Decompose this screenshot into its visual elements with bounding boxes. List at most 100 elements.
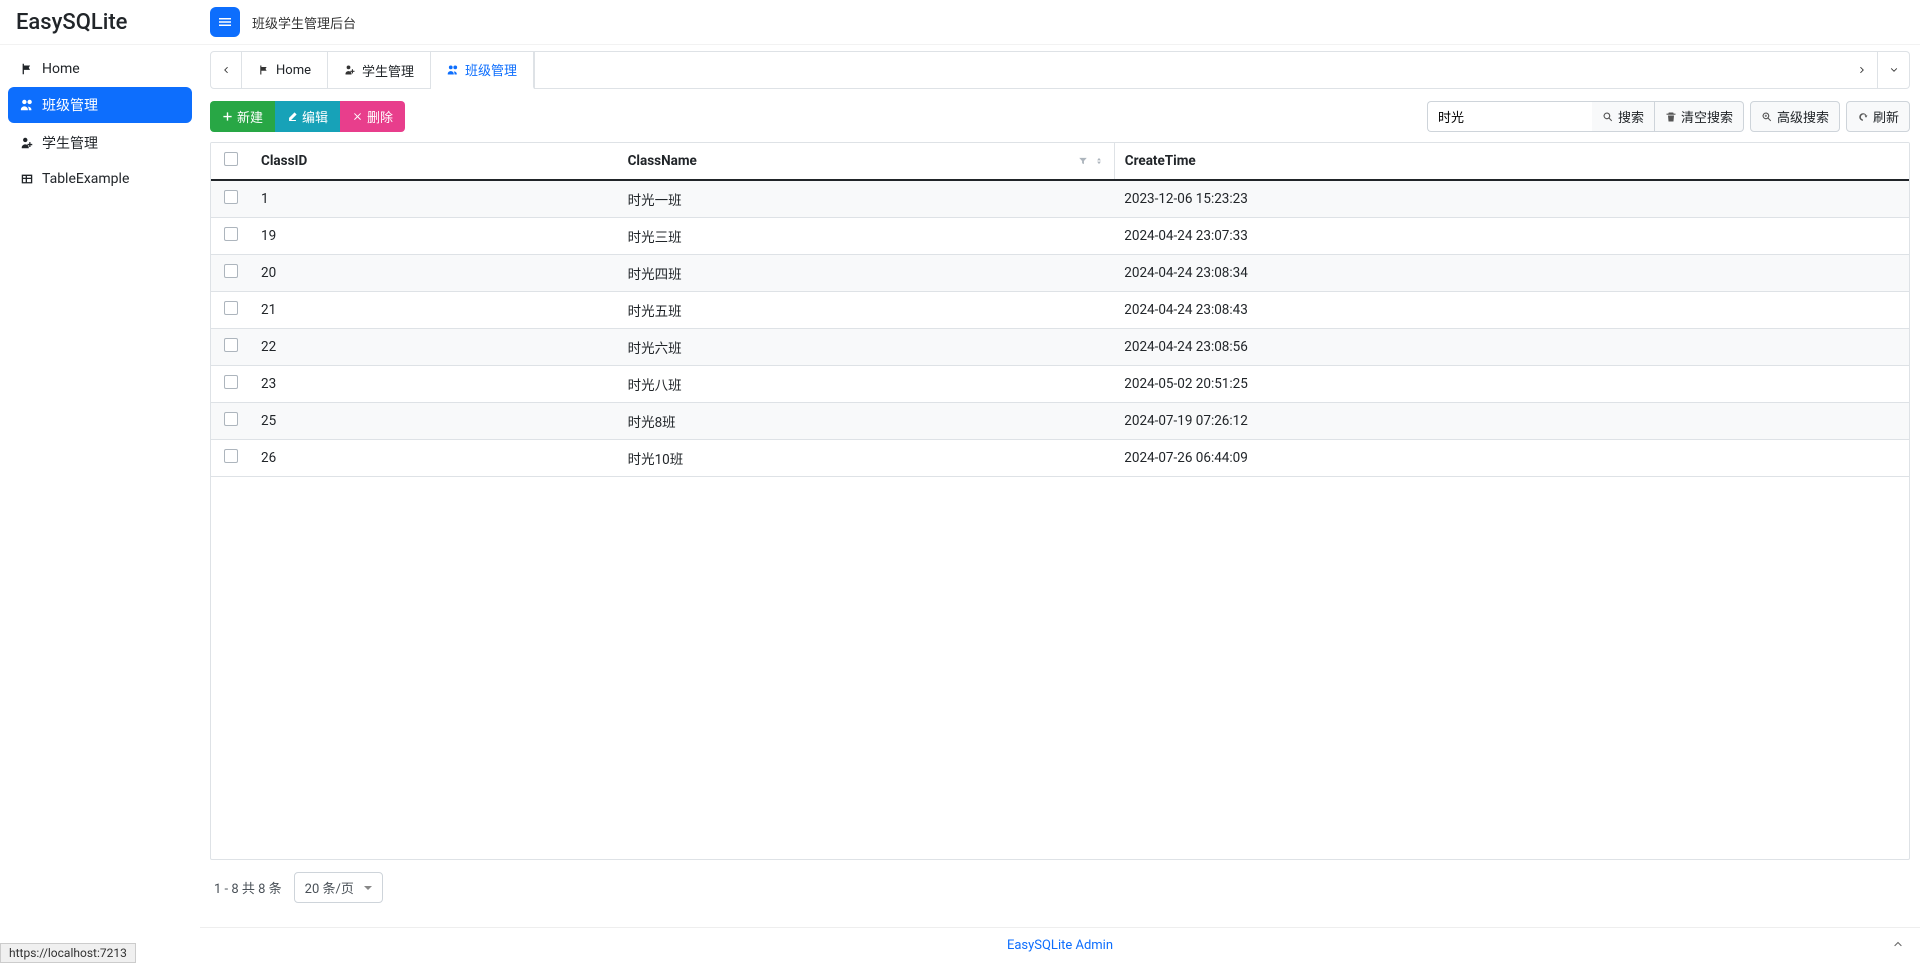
users-icon [20,98,34,112]
status-bar-url: https://localhost:7213 [0,943,136,963]
table-row[interactable]: 23时光八班2024-05-02 20:51:25 [211,366,1909,403]
cell-createtime: 2024-05-02 20:51:25 [1114,366,1909,403]
row-checkbox[interactable] [224,449,238,463]
edit-icon [287,111,298,122]
cell-createtime: 2024-04-24 23:08:56 [1114,329,1909,366]
clear-search-button[interactable]: 清空搜索 [1655,101,1744,132]
button-label: 刷新 [1873,107,1899,126]
select-all-checkbox[interactable] [224,152,238,166]
footer-link[interactable]: EasySQLite Admin [1007,938,1113,953]
button-label: 删除 [367,107,393,126]
cell-createtime: 2024-07-19 07:26:12 [1114,403,1909,440]
sidebar-item-student-mgmt[interactable]: 学生管理 [8,125,192,161]
cell-createtime: 2024-07-26 06:44:09 [1114,440,1909,477]
chevron-down-icon [1889,65,1899,75]
advanced-search-button[interactable]: 高级搜索 [1750,101,1840,132]
tab-dropdown[interactable] [1878,51,1910,89]
users-icon [447,64,459,76]
cell-classname: 时光8班 [618,403,1115,440]
sidebar-item-label: TableExample [42,171,129,187]
menu-toggle-button[interactable] [210,7,240,37]
chevron-right-icon [1857,65,1867,75]
cell-createtime: 2023-12-06 15:23:23 [1114,180,1909,218]
cell-classname: 时光三班 [618,218,1115,255]
tab-label: Home [276,63,311,78]
button-label: 高级搜索 [1777,107,1829,126]
cell-classname: 时光10班 [618,440,1115,477]
cell-createtime: 2024-04-24 23:08:43 [1114,292,1909,329]
row-checkbox[interactable] [224,338,238,352]
cell-classname: 时光八班 [618,366,1115,403]
refresh-icon [1857,111,1869,123]
plus-icon [222,111,233,122]
tab-student-mgmt[interactable]: 学生管理 [328,52,431,88]
tab-class-mgmt[interactable]: 班级管理 [431,52,534,89]
sidebar-item-class-mgmt[interactable]: 班级管理 [8,87,192,123]
button-label: 清空搜索 [1681,107,1733,126]
user-plus-icon [344,64,356,76]
cell-createtime: 2024-04-24 23:07:33 [1114,218,1909,255]
sidebar: Home 班级管理 学生管理 TableExample [0,45,200,963]
header-title: 班级学生管理后台 [252,13,356,32]
sidebar-item-label: 班级管理 [42,95,98,115]
tab-scroll-right[interactable] [1846,51,1878,89]
new-button[interactable]: 新建 [210,101,275,132]
sidebar-item-label: Home [42,61,80,77]
column-header-classname[interactable]: ClassName [618,143,1115,180]
user-plus-icon [20,136,34,150]
row-checkbox[interactable] [224,227,238,241]
button-label: 编辑 [302,107,328,126]
table-row[interactable]: 25时光8班2024-07-19 07:26:12 [211,403,1909,440]
button-label: 搜索 [1618,107,1644,126]
sidebar-item-table-example[interactable]: TableExample [8,163,192,195]
button-label: 新建 [237,107,263,126]
column-header-createtime[interactable]: CreateTime [1114,143,1909,180]
row-checkbox[interactable] [224,264,238,278]
cell-classid: 20 [251,255,618,292]
footer-collapse[interactable] [1892,938,1904,954]
cell-classname: 时光一班 [618,180,1115,218]
tab-label: 学生管理 [362,61,414,80]
cell-classid: 26 [251,440,618,477]
table-row[interactable]: 20时光四班2024-04-24 23:08:34 [211,255,1909,292]
search-icon [1602,111,1614,123]
table-row[interactable]: 22时光六班2024-04-24 23:08:56 [211,329,1909,366]
row-checkbox[interactable] [224,375,238,389]
column-header-classid[interactable]: ClassID [251,143,618,180]
chevron-left-icon [221,65,231,75]
chevron-up-icon [1892,938,1904,950]
table-row[interactable]: 26时光10班2024-07-26 06:44:09 [211,440,1909,477]
cell-classid: 19 [251,218,618,255]
cell-classid: 25 [251,403,618,440]
cell-classid: 22 [251,329,618,366]
page-size-select[interactable]: 20 条/页 [294,872,383,903]
data-table: ClassID ClassName CreateTime [211,143,1909,477]
pagination-info: 1 - 8 共 8 条 [214,878,282,897]
edit-button[interactable]: 编辑 [275,101,340,132]
table-row[interactable]: 19时光三班2024-04-24 23:07:33 [211,218,1909,255]
sort-icon[interactable] [1094,156,1104,166]
app-logo: EasySQLite [0,0,200,44]
search-button[interactable]: 搜索 [1592,101,1655,132]
filter-icon[interactable] [1078,156,1088,166]
tab-scroll-left[interactable] [210,51,242,89]
cell-classid: 23 [251,366,618,403]
search-input[interactable] [1427,101,1592,132]
delete-button[interactable]: 删除 [340,101,405,132]
table-row[interactable]: 21时光五班2024-04-24 23:08:43 [211,292,1909,329]
table-row[interactable]: 1时光一班2023-12-06 15:23:23 [211,180,1909,218]
bars-icon [217,14,233,30]
refresh-button[interactable]: 刷新 [1846,101,1910,132]
sidebar-item-label: 学生管理 [42,133,98,153]
sidebar-item-home[interactable]: Home [8,53,192,85]
table-icon [20,172,34,186]
row-checkbox[interactable] [224,412,238,426]
flag-icon [258,64,270,76]
tab-home[interactable]: Home [242,52,328,88]
search-plus-icon [1761,111,1773,123]
cell-classid: 1 [251,180,618,218]
row-checkbox[interactable] [224,301,238,315]
tab-label: 班级管理 [465,60,517,79]
row-checkbox[interactable] [224,190,238,204]
column-label: ClassName [628,153,697,169]
